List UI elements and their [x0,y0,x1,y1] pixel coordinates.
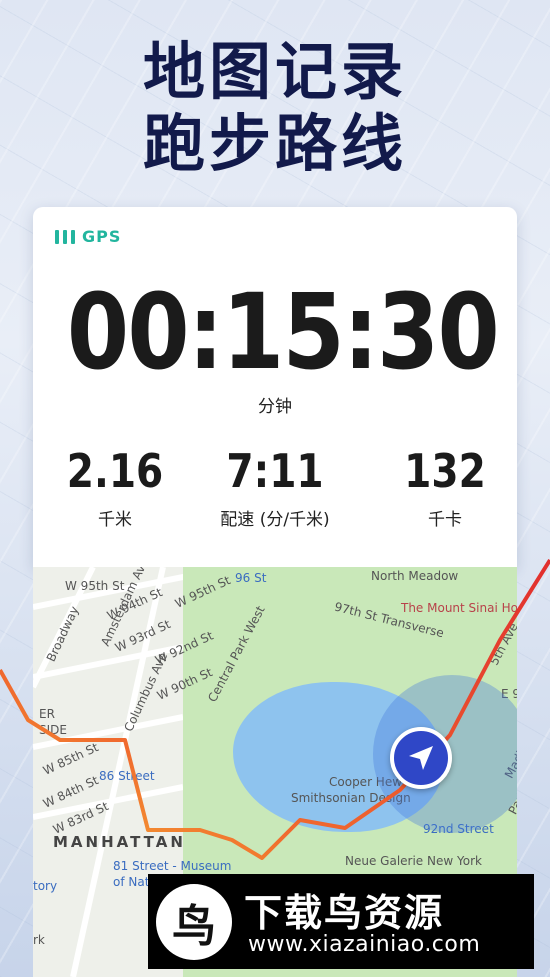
watermark-url: www.xiazainiao.com [248,932,481,957]
map-label-mount-sinai: The Mount Sinai Ho [401,601,517,615]
map-label-81st: 81 Street - Museum [113,859,232,873]
map-label-tory: tory [33,879,58,893]
elapsed-time-unit: 分钟 [258,397,292,417]
watermark-logo: 鸟 [156,884,232,960]
map-label-upper-a: ER [39,707,55,721]
gps-label: GPS [82,227,122,246]
pace-value: 7:11 [226,444,324,498]
calories-value: 132 [404,444,486,498]
current-location-marker[interactable] [390,727,452,789]
map-label-neue: Neue Galerie New York [345,854,482,868]
map-label-north-meadow: North Meadow [371,569,459,583]
map-label-upper-b: SIDE [39,723,67,737]
watermark-title: 下载鸟资源 [244,891,445,935]
gps-status: GPS [55,227,121,246]
map-label-w95: W 95th St [65,579,125,593]
map-label-96st: 96 St [235,571,267,585]
map-label-manhattan: MANHATTAN [53,833,186,851]
navigation-arrow-icon [409,746,433,770]
watermark-banner: 鸟 下载鸟资源 www.xiazainiao.com [148,874,534,969]
run-stats-card: GPS 00:15:30 分钟 2.16 千米 7:11 配速 (分/千米) 1… [33,207,517,567]
headline-line-1: 地图记录 [142,35,407,108]
map-label-86st: 86 Street [99,769,155,783]
gps-signal-icon [55,229,75,244]
calories-stat: 132 千卡 [365,445,525,530]
distance-stat: 2.16 千米 [35,445,195,530]
promo-headline: 地图记录 跑步路线 [0,36,550,180]
headline-line-2: 跑步路线 [142,107,407,180]
distance-value: 2.16 [66,444,164,498]
calories-label: 千卡 [428,510,462,530]
map-label-rk: rk [33,933,45,947]
pace-stat: 7:11 配速 (分/千米) [195,445,355,530]
elapsed-time: 00:15:30 [66,271,500,393]
map-label-of-nat: of Nat [113,875,150,889]
distance-label: 千米 [98,510,132,530]
pace-label: 配速 (分/千米) [220,510,330,530]
